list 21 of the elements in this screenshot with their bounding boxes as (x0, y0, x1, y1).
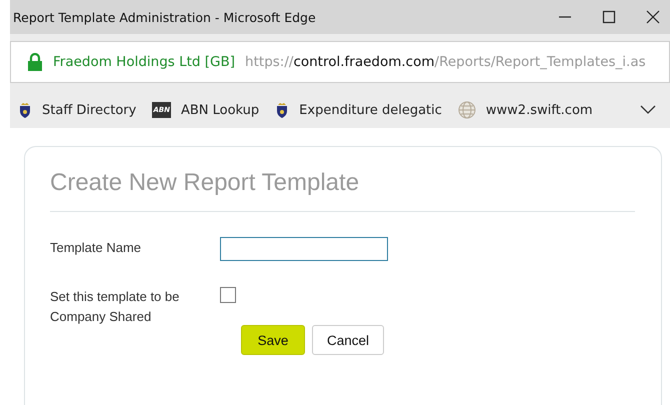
crest-icon (18, 102, 32, 118)
crest-icon (275, 102, 290, 118)
address-bar[interactable]: Fraedom Holdings Ltd [GB] https://control.fraedom.com/Reports/Report_Templates_i.as (10, 41, 670, 83)
template-name-field[interactable] (220, 237, 388, 261)
site-identity: Fraedom Holdings Ltd [GB] (53, 54, 236, 70)
save-button[interactable]: Save (240, 325, 305, 355)
field-label: Set this template to be Company Shared (50, 288, 180, 326)
form-title: Create New Report Template (50, 169, 360, 197)
field-label: Template Name (50, 239, 142, 257)
url-text: https://control.fraedom.com/Reports/Report_Templates_i.as (245, 54, 646, 70)
close-icon[interactable] (646, 10, 660, 24)
chevron-down-icon[interactable] (640, 105, 656, 115)
cancel-button[interactable]: Cancel (312, 325, 384, 355)
maximize-icon[interactable] (602, 10, 616, 24)
bookmark-link[interactable]: Staff Directory (42, 102, 136, 118)
bookmark-link[interactable]: Expenditure delegatic (299, 102, 442, 118)
window-title: Report Template Administration - Microsoft Edge (13, 10, 317, 24)
checkbox[interactable] (220, 287, 236, 303)
bookmark-link[interactable]: www2.swift.com (486, 102, 593, 118)
bookmark-link[interactable]: ABN Lookup (180, 102, 260, 118)
globe-icon (458, 101, 476, 119)
